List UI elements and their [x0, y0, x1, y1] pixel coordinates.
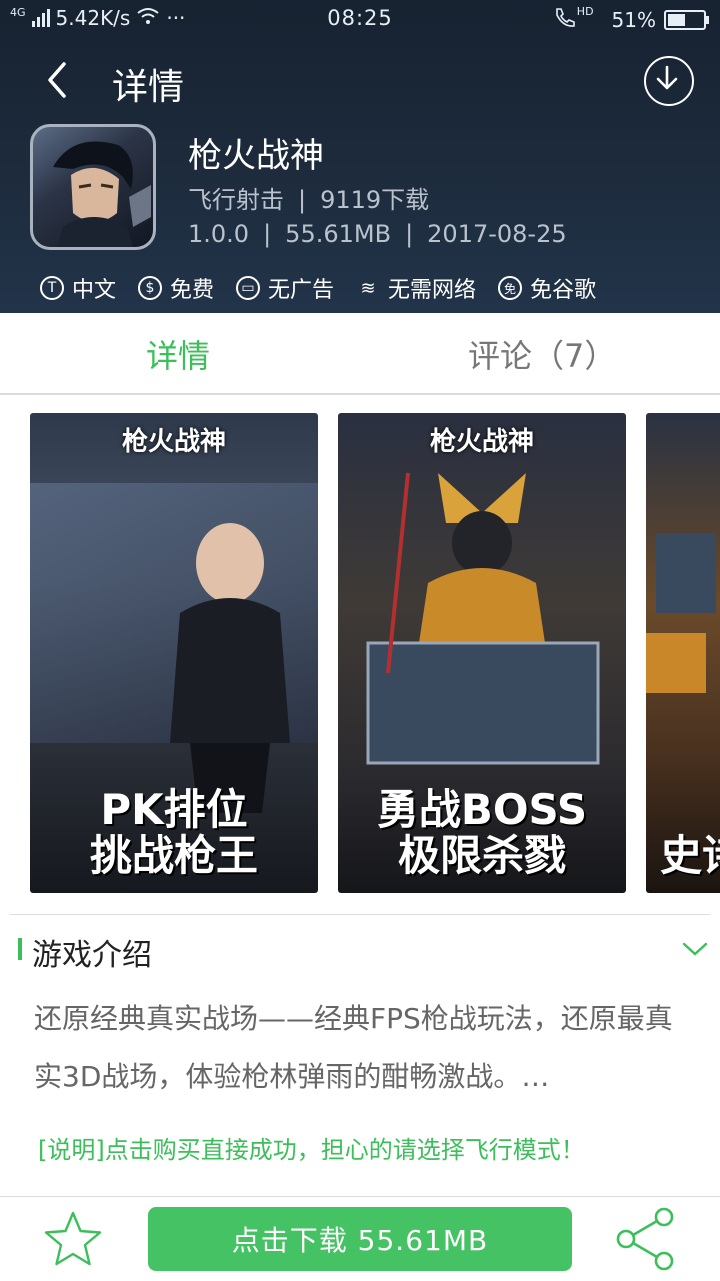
screenshot-caption: 勇战BOSS 极限杀戮 — [338, 787, 626, 879]
tag-offline: ≋ 无需网络 — [356, 272, 477, 304]
screenshot-caption: 史诗 — [646, 833, 720, 879]
app-meta-line1: 飞行射击 | 9119下载 — [188, 180, 429, 215]
divider — [10, 914, 710, 915]
status-bar: 4G 5.42K/s ··· 08:25 HD 51% — [0, 0, 720, 40]
app-header: 4G 5.42K/s ··· 08:25 HD 51% 详情 枪火战神 飞行射击… — [0, 0, 720, 313]
tab-detail[interactable]: 详情 — [146, 331, 210, 377]
no-ads-icon: ▭ — [236, 276, 261, 300]
text-icon: T — [40, 276, 64, 300]
screenshot-title: 枪火战神 — [429, 427, 534, 457]
screenshot-caption: PK排位 挑战枪王 — [30, 787, 318, 879]
share-icon[interactable] — [612, 1205, 680, 1273]
game-character-icon — [53, 141, 151, 247]
app-category: 飞行射击 — [188, 186, 284, 214]
app-version: 1.0.0 — [188, 220, 250, 248]
app-name: 枪火战神 — [188, 136, 324, 176]
section-marker — [18, 938, 22, 960]
hd-call-icon — [553, 6, 579, 33]
chevron-down-icon[interactable] — [682, 936, 708, 962]
chevron-left-icon — [48, 62, 66, 98]
section-title: 游戏介绍 — [32, 938, 152, 973]
no-google-icon: 免 — [498, 276, 523, 300]
intro-section-header[interactable]: 游戏介绍 — [18, 930, 708, 973]
battery-icon — [664, 9, 709, 30]
screenshot-2[interactable]: 枪火战神 勇战BOSS 极限杀戮 — [338, 413, 626, 893]
back-button[interactable] — [40, 56, 80, 106]
page-title: 详情 — [112, 67, 185, 108]
screenshot-3[interactable]: 史诗 — [646, 413, 720, 893]
tag-label: 免谷歌 — [530, 278, 597, 303]
hd-label: HD — [576, 5, 594, 18]
favorite-star-icon[interactable] — [42, 1209, 104, 1271]
mech-figure — [646, 533, 716, 693]
app-size: 55.61MB — [285, 220, 392, 248]
tag-free: $ 免费 — [138, 272, 214, 304]
screenshot-title: 枪火战神 — [121, 427, 226, 457]
tab-comments[interactable]: 评论（7） — [468, 331, 616, 377]
tag-no-google: 免免谷歌 — [498, 272, 596, 304]
caption-line: PK排位 — [100, 785, 248, 834]
status-right: HD 51% — [553, 5, 709, 33]
wifi-icon: ≋ — [360, 277, 376, 299]
screenshot-carousel[interactable]: 枪火战神 PK排位挑战枪王 枪火战神 勇战BOSS极限杀戮 史诗 — [0, 413, 720, 895]
bottom-action-bar: 点击下载 55.61MB — [0, 1196, 720, 1281]
tag-no-ads: ▭ 无广告 — [236, 272, 334, 304]
intro-text: 还原经典真实战场——经典FPS枪战玩法，还原最真实3D战场，体验枪林弹雨的酣畅激… — [34, 1002, 673, 1093]
tag-label: 中文 — [72, 278, 117, 303]
app-meta-line2: 1.0.0 | 55.61MB | 2017-08-25 — [188, 220, 567, 248]
tag-label: 无广告 — [268, 278, 335, 303]
caption-line: 极限杀戮 — [397, 831, 566, 880]
feature-tags: T 中文 $ 免费 ▭ 无广告 ≋ 无需网络 免免谷歌 — [40, 270, 596, 306]
battery-fill — [668, 13, 685, 26]
download-manager-button[interactable] — [644, 56, 694, 106]
app-icon — [30, 124, 156, 250]
top-bar: 详情 — [0, 44, 720, 120]
download-button[interactable]: 点击下载 55.61MB — [148, 1207, 572, 1271]
tag-chinese: T 中文 — [40, 272, 116, 304]
caption-line: 挑战枪王 — [89, 831, 258, 880]
dollar-icon: $ — [138, 276, 163, 300]
tab-bar: 详情 评论（7） — [0, 313, 720, 395]
caption-line: 勇战BOSS — [376, 785, 588, 834]
tag-label: 无需网络 — [388, 278, 477, 303]
screenshot-1[interactable]: 枪火战神 PK排位 挑战枪王 — [30, 413, 318, 893]
notice-text: [说明]点击购买直接成功，担心的请选择飞行模式！ — [38, 1136, 585, 1164]
meta-separator: | — [405, 220, 414, 248]
battery-percent: 51% — [611, 7, 656, 32]
caption-line: 史诗 — [660, 831, 720, 880]
app-downloads: 9119下载 — [320, 186, 430, 214]
tag-label: 免费 — [170, 278, 215, 303]
meta-separator: | — [298, 186, 307, 214]
download-icon — [656, 65, 678, 90]
meta-separator: | — [263, 220, 272, 248]
app-date: 2017-08-25 — [427, 220, 567, 248]
